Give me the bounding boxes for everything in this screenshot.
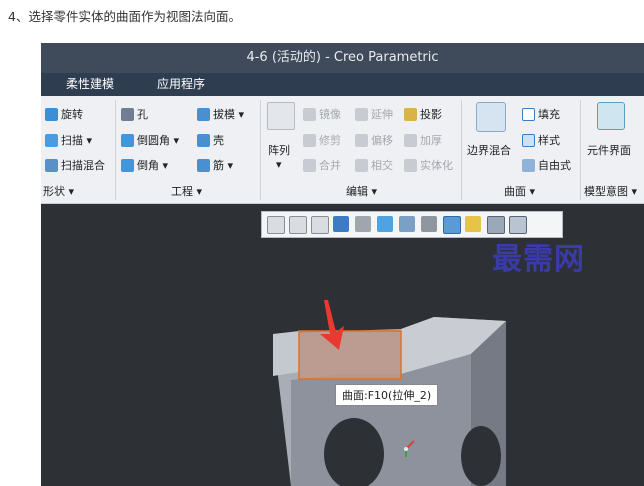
- group-label-shape[interactable]: 形状 ▾: [43, 183, 74, 199]
- group-label-model-intent[interactable]: 模型意图 ▾: [584, 183, 637, 199]
- rib-button[interactable]: 筋 ▾: [197, 157, 233, 173]
- sweep-button[interactable]: 扫描 ▾: [45, 132, 92, 148]
- shell-button[interactable]: 壳: [197, 132, 224, 148]
- swept-blend-button[interactable]: 扫描混合: [45, 157, 105, 173]
- fill-icon: [522, 107, 535, 121]
- thicken-icon: [404, 133, 417, 147]
- tab-applications[interactable]: 应用程序: [157, 73, 205, 96]
- tab-flexible-modeling[interactable]: 柔性建模: [66, 73, 114, 96]
- component-interface-icon[interactable]: [597, 102, 625, 130]
- group-divider: [260, 100, 261, 200]
- pattern-icon[interactable]: [267, 102, 295, 130]
- style-icon: [522, 133, 535, 147]
- window-title: 4-6 (活动的) - Creo Parametric: [41, 43, 644, 73]
- extend-icon: [355, 107, 368, 121]
- swept-blend-icon: [45, 158, 58, 172]
- group-label-surface[interactable]: 曲面 ▾: [504, 183, 535, 199]
- axis-origin-icon: [404, 447, 408, 451]
- pattern-button[interactable]: 阵列: [268, 142, 290, 158]
- ribbon: 旋转 扫描 ▾ 扫描混合 形状 ▾ 孔 倒圆角 ▾ 倒角 ▾ 拔模 ▾ 壳 筋 …: [41, 96, 644, 204]
- boundary-blend-button[interactable]: 边界混合: [467, 142, 511, 158]
- trim-icon: [303, 133, 316, 147]
- chamfer-button[interactable]: 倒角 ▾: [121, 157, 168, 173]
- trim-button[interactable]: 修剪: [303, 132, 341, 148]
- intersect-icon: [355, 158, 368, 172]
- freestyle-icon: [522, 158, 535, 172]
- revolve-icon: [45, 107, 58, 121]
- draft-button[interactable]: 拔模 ▾: [197, 106, 244, 122]
- round-icon: [121, 133, 134, 147]
- extend-button[interactable]: 延伸: [355, 106, 393, 122]
- boundary-blend-icon[interactable]: [476, 102, 506, 132]
- watermark-logo: 最需网: [492, 242, 585, 277]
- thicken-button[interactable]: 加厚: [404, 132, 442, 148]
- mirror-button[interactable]: 镜像: [303, 106, 341, 122]
- style-button[interactable]: 样式: [522, 132, 560, 148]
- shell-icon: [197, 133, 210, 147]
- revolve-button[interactable]: 旋转: [45, 106, 83, 122]
- rib-icon: [197, 158, 210, 172]
- hole-right: [461, 426, 501, 486]
- draft-icon: [197, 107, 210, 121]
- project-icon: [404, 107, 417, 121]
- menu-bar: 柔性建模 应用程序: [41, 73, 644, 96]
- group-divider: [580, 100, 581, 200]
- group-label-edit[interactable]: 编辑 ▾: [346, 183, 377, 199]
- project-button[interactable]: 投影: [404, 106, 442, 122]
- part-top-face: [273, 331, 299, 376]
- sweep-icon: [45, 133, 58, 147]
- component-interface-button[interactable]: 元件界面: [587, 142, 631, 158]
- freestyle-button[interactable]: 自由式: [522, 157, 571, 173]
- merge-button[interactable]: 合并: [303, 157, 341, 173]
- chamfer-icon: [121, 158, 134, 172]
- selected-surface[interactable]: [298, 330, 402, 380]
- solidify-button[interactable]: 实体化: [404, 157, 453, 173]
- merge-icon: [303, 158, 316, 172]
- round-button[interactable]: 倒圆角 ▾: [121, 132, 179, 148]
- offset-icon: [355, 133, 368, 147]
- group-divider: [115, 100, 116, 200]
- intersect-button[interactable]: 相交: [355, 157, 393, 173]
- offset-button[interactable]: 偏移: [355, 132, 393, 148]
- surface-tooltip: 曲面:F10(拉伸_2): [335, 384, 439, 406]
- pattern-dropdown-icon[interactable]: ▾: [276, 158, 282, 171]
- group-label-engineering[interactable]: 工程 ▾: [171, 183, 202, 199]
- hole-button[interactable]: 孔: [121, 106, 148, 122]
- hole-icon: [121, 107, 134, 121]
- fill-button[interactable]: 填充: [522, 106, 560, 122]
- step-instruction: 4、选择零件实体的曲面作为视图法向面。: [8, 9, 241, 24]
- mirror-icon: [303, 107, 316, 121]
- solidify-icon: [404, 158, 417, 172]
- group-divider: [461, 100, 462, 200]
